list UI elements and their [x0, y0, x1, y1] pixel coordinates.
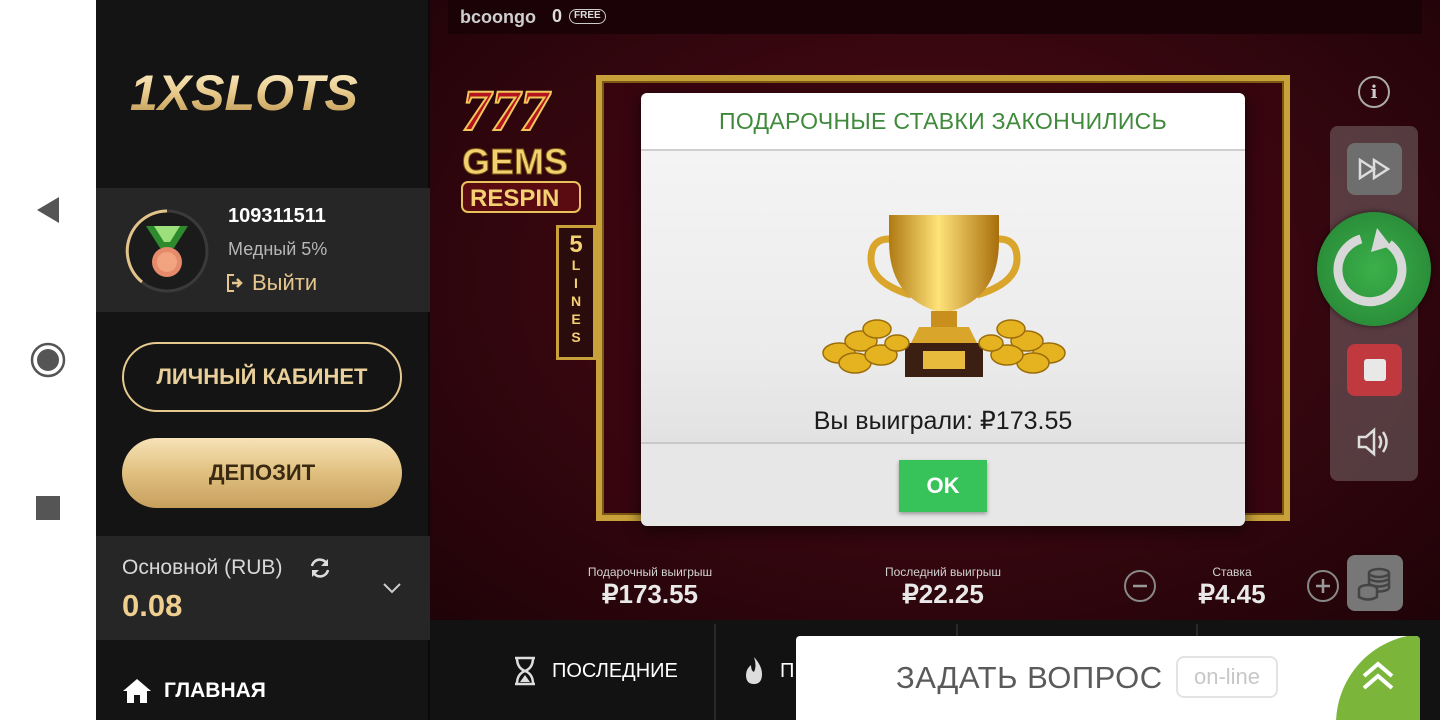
menu-item-home[interactable]: ГЛАВНАЯ [122, 678, 266, 704]
speaker-icon [1357, 427, 1388, 457]
sound-button[interactable] [1352, 422, 1396, 462]
ok-button[interactable]: OK [899, 460, 987, 512]
gift-win-label: Подарочный выигрыш [587, 565, 713, 579]
game-logo-gems: GEMS [462, 141, 568, 182]
flame-icon [746, 657, 762, 684]
stop-button[interactable] [1347, 344, 1402, 396]
refresh-icon[interactable] [308, 556, 332, 580]
double-chevron-up-icon [1362, 661, 1394, 690]
logout-icon [227, 274, 243, 292]
gift-bets-ended-dialog: ПОДАРОЧНЫЕ СТАВКИ ЗАКОНЧИЛИСЬ Вы выиграл… [641, 93, 1245, 526]
game-logo-respin: RESPIN [470, 185, 559, 212]
deposit-button[interactable]: ДЕПОЗИТ [122, 438, 402, 508]
back-triangle-icon [37, 197, 59, 223]
dialog-body: Вы выиграли: ₽173.55 [641, 149, 1245, 442]
lines-letter: E [571, 311, 581, 327]
lines-letter: N [570, 293, 582, 309]
rank-label: Медный 5% [228, 239, 328, 259]
game-control-panel [1317, 126, 1431, 481]
bet-stat: Ставка ₽4.45 [1182, 565, 1282, 610]
free-spins-count: 0 [552, 6, 563, 26]
balance-card: Основной (RUB) 0.08 [96, 536, 430, 640]
online-status-badge: on-line [1176, 656, 1278, 698]
bet-decrease-button[interactable] [1124, 570, 1156, 602]
tab-recent-label: ПОСЛЕДНИЕ [552, 659, 678, 682]
hourglass-icon [515, 656, 535, 686]
logout-link[interactable]: Выйти [226, 270, 317, 296]
home-circle-icon [30, 342, 66, 378]
logo-text: 1XSLOTS [130, 65, 358, 121]
coins-button[interactable] [1347, 555, 1403, 611]
coins-stack-icon [1357, 567, 1391, 601]
fast-forward-button[interactable] [1347, 143, 1402, 195]
plus-icon [1316, 579, 1330, 593]
personal-cabinet-button[interactable]: ЛИЧНЫЙ КАБИНЕТ [122, 342, 402, 412]
last-win-label: Последний выигрыш [884, 565, 1002, 579]
brand-logo[interactable]: 1XSLOTS [126, 58, 396, 128]
home-button[interactable] [0, 320, 96, 400]
bet-label: Ставка [1212, 565, 1252, 579]
lines-number: 5 [569, 231, 583, 258]
account-id: 109311511 [228, 205, 326, 227]
trophy-icon [822, 215, 1066, 377]
tab-recent[interactable]: ПОСЛЕДНИЕ [512, 656, 678, 686]
tab-hot[interactable]: П [742, 656, 794, 686]
balance-value: 0.08 [122, 588, 183, 623]
dialog-title: ПОДАРОЧНЫЕ СТАВКИ ЗАКОНЧИЛИСЬ [641, 93, 1245, 149]
sidebar: 1XSLOTS 109311511 Медный 5% Выйти ЛИЧНЫЙ… [96, 0, 430, 720]
spin-button[interactable] [1317, 212, 1431, 326]
lines-letter: S [571, 329, 581, 345]
recent-apps-button[interactable] [0, 468, 96, 548]
info-button[interactable]: i [1358, 76, 1390, 108]
balance-label: Основной (RUB) [122, 556, 283, 579]
chevron-down-icon[interactable] [380, 576, 404, 600]
bet-increase-button[interactable] [1307, 570, 1339, 602]
minus-icon [1133, 584, 1147, 588]
android-nav-bar [0, 0, 96, 720]
win-amount-text: Вы выиграли: ₽173.55 [813, 407, 1073, 435]
house-icon [123, 679, 151, 703]
spin-arrow-icon [1333, 228, 1407, 307]
game-logo-777: 777 [462, 78, 551, 143]
last-win-stat: Последний выигрыш ₽22.25 [862, 565, 1024, 610]
tab-hot-label: П [780, 659, 795, 682]
game-logo: 777 GEMS RESPIN [461, 78, 581, 213]
logout-label: Выйти [252, 270, 318, 295]
gift-win-stat: Подарочный выигрыш ₽173.55 [570, 565, 730, 610]
last-win-value: ₽22.25 [902, 579, 984, 609]
gift-win-value: ₽173.55 [601, 579, 699, 609]
menu-home-label: ГЛАВНАЯ [164, 679, 266, 702]
rank-medal-avatar [125, 209, 209, 293]
lines-letter: L [571, 257, 581, 273]
ask-question-label: ЗАДАТЬ ВОПРОС [896, 660, 1163, 695]
profile-card: 109311511 Медный 5% Выйти [96, 188, 430, 312]
dialog-footer: OK [641, 442, 1245, 526]
bet-value: ₽4.45 [1198, 579, 1266, 609]
game-top-bar: bcoongo 0 FREE [448, 0, 1422, 34]
lines-letter: I [574, 275, 578, 291]
fast-forward-icon [1358, 158, 1390, 180]
recent-square-icon [36, 496, 60, 520]
lines-badge: 5 L I N E S [556, 225, 596, 360]
free-badge: FREE [569, 9, 606, 24]
back-button[interactable] [0, 170, 96, 250]
tab-divider [714, 624, 716, 720]
provider-brand: bcoongo [460, 7, 536, 27]
stop-square-icon [1363, 359, 1386, 381]
ask-question-widget[interactable]: ЗАДАТЬ ВОПРОС on-line [796, 636, 1420, 720]
